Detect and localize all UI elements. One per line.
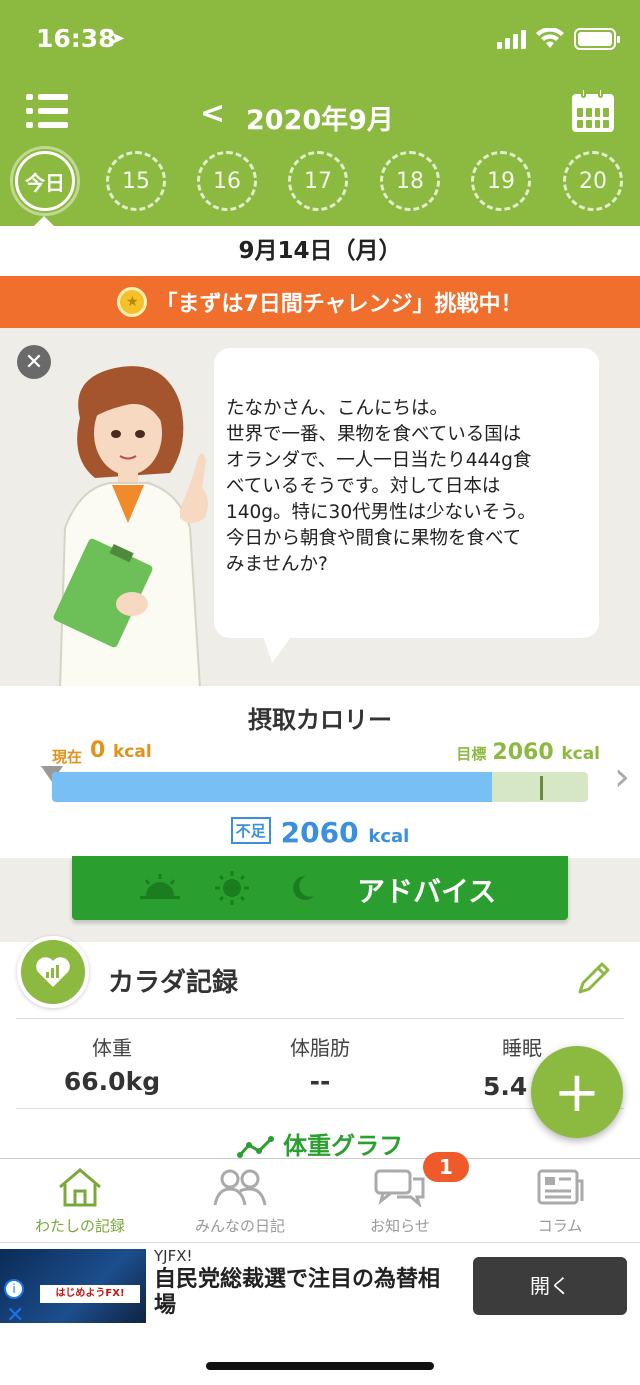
current-value: 0 [90, 738, 106, 763]
goal-label: 目標 [456, 745, 487, 763]
day-20[interactable]: 20 [563, 151, 623, 211]
calorie-progress-bar [52, 772, 588, 802]
chat-bubbles-icon [374, 1169, 425, 1209]
day-17[interactable]: 17 [288, 151, 348, 211]
body-fat-metric[interactable]: 体脂肪 -- [220, 1032, 420, 1096]
calorie-progress-fill [52, 772, 492, 802]
advice-button-label: アドバイス [357, 875, 497, 908]
current-label: 現在 [52, 748, 83, 766]
info-icon[interactable]: i [4, 1279, 24, 1299]
goal-calories: 目標 2060 kcal [456, 740, 600, 765]
tab-my-records[interactable]: わたしの記録 [0, 1167, 160, 1236]
goal-value: 2060 [492, 740, 554, 765]
app-header: 16:38 ➤ < 2020年9月 今日 15 16 17 18 19 20 [0, 0, 640, 227]
divider [16, 1018, 624, 1019]
medal-icon: ★ [117, 287, 148, 317]
chevron-left-icon[interactable]: < [200, 96, 225, 131]
bubble-tail [262, 633, 294, 663]
moon-icon [293, 875, 314, 900]
status-icons [497, 28, 620, 50]
list-menu-icon[interactable] [26, 94, 68, 128]
calendar-icon[interactable] [572, 88, 614, 132]
body-fat-label: 体脂肪 [290, 1036, 350, 1060]
ad-sponsor: YJFX! [154, 1247, 193, 1265]
advice-message: たなかさん、こんにちは。 世界で一番、果物を食べている国は オランダで、一人一日… [214, 348, 599, 638]
weight-value: 66.0kg [63, 1067, 161, 1096]
tab-column[interactable]: コラム [480, 1167, 640, 1236]
day-selector: 今日 15 16 17 18 19 20 [0, 146, 640, 216]
close-icon[interactable]: ✕ [17, 345, 51, 379]
deficit-unit: kcal [368, 826, 410, 847]
calorie-deficit: 不足 2060 kcal [0, 816, 640, 849]
home-icon [59, 1168, 101, 1207]
deficit-value: 2060 [280, 816, 359, 849]
ad-banner[interactable]: はじめようFX! i ✕ YJFX! 自民党総裁選で注目の為替相場 開く [0, 1242, 640, 1328]
weight-label: 体重 [92, 1036, 132, 1060]
body-record-card: カラダ記録 体重 66.0kg 体脂肪 -- 睡眠 5.4 時 体重グラフ [0, 942, 640, 1160]
day-16[interactable]: 16 [197, 151, 257, 211]
goal-unit: kcal [561, 744, 600, 764]
tab-everyone-diary[interactable]: みんなの日記 [160, 1167, 320, 1236]
ad-image-text: はじめようFX! [40, 1285, 140, 1303]
home-indicator [206, 1362, 434, 1370]
notification-badge: 1 [423, 1152, 469, 1182]
wifi-icon [536, 28, 564, 48]
month-title: 2020年9月 [246, 105, 394, 136]
chevron-right-icon[interactable]: › [614, 754, 630, 800]
add-record-button[interactable]: + [531, 1046, 623, 1138]
day-today[interactable]: 今日 [10, 146, 80, 216]
location-arrow-icon: ➤ [110, 28, 126, 49]
day-19[interactable]: 19 [471, 151, 531, 211]
battery-icon [574, 28, 620, 50]
tab-label: わたしの記録 [34, 1217, 125, 1235]
cellular-signal-icon [497, 29, 526, 49]
ad-headline: 自民党総裁選で注目の為替相場 [154, 1267, 441, 1318]
sunrise-icon [140, 874, 180, 899]
ad-open-button[interactable]: 開く [473, 1257, 627, 1315]
tab-label: お知らせ [370, 1217, 430, 1235]
pencil-icon[interactable] [574, 958, 614, 998]
day-15[interactable]: 15 [106, 151, 166, 211]
bottom-safe-area [0, 1328, 640, 1385]
tab-label: コラム [537, 1217, 583, 1235]
body-record-title: カラダ記録 [108, 968, 239, 998]
challenge-banner[interactable]: ★ 「まずは7日間チャレンジ」挑戦中！ [0, 276, 640, 328]
tab-label: みんなの日記 [194, 1217, 285, 1235]
selected-date: 9月14日（月） [0, 226, 640, 276]
deficit-label: 不足 [230, 816, 271, 844]
heart-chart-icon [17, 936, 89, 1008]
challenge-text: 「まずは7日間チャレンジ」挑戦中！ [155, 292, 523, 317]
body-fat-value: -- [309, 1067, 331, 1096]
weight-graph-label: 体重グラフ [283, 1132, 404, 1160]
weight-metric[interactable]: 体重 66.0kg [12, 1032, 212, 1096]
people-icon [213, 1169, 267, 1206]
sun-icon [215, 871, 249, 905]
calorie-title: 摂取カロリー [248, 706, 392, 734]
goal-marker [539, 776, 543, 800]
divider [16, 1108, 624, 1109]
current-calories: 0 kcal [90, 738, 152, 763]
advice-area: ✕ たなかさん、こんにちは。 世界で一番、果物を食べている国は オランダで、一人… [0, 328, 640, 686]
line-graph-icon [236, 1136, 274, 1158]
status-time: 16:38 [36, 24, 116, 53]
calorie-card[interactable]: 摂取カロリー 現在 0 kcal 目標 2060 kcal › 不足 2060 kc… [0, 686, 640, 858]
newspaper-icon [537, 1169, 584, 1205]
weight-graph-link[interactable]: 体重グラフ [0, 1126, 640, 1160]
status-bar: 16:38 ➤ [0, 0, 640, 78]
advice-button[interactable]: アドバイス [72, 856, 568, 920]
ad-close-icon[interactable]: ✕ [6, 1303, 24, 1328]
tab-bar: わたしの記録 みんなの日記 お知らせ コラム [0, 1158, 640, 1242]
current-unit: kcal [112, 742, 152, 762]
nutritionist-illustration [53, 366, 208, 686]
day-18[interactable]: 18 [380, 151, 440, 211]
